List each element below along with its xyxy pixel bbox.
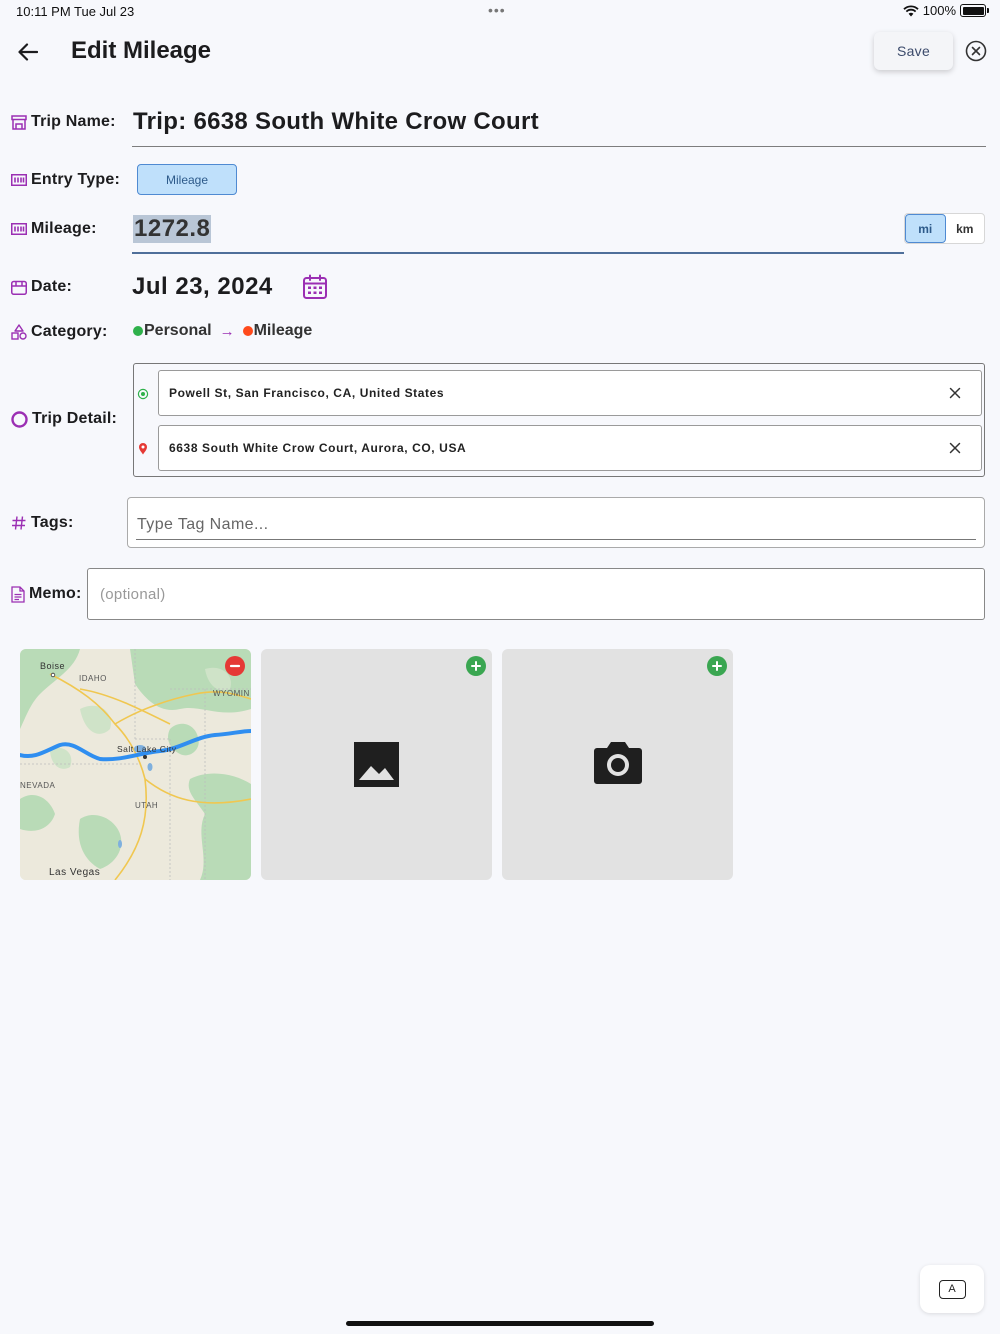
map-label-boise: Boise [40, 661, 66, 671]
keyboard-icon: A [938, 1279, 966, 1299]
trip-detail-label: Trip Detail: [32, 410, 118, 427]
category-arrow: → [219, 322, 235, 340]
battery-icon [960, 4, 989, 17]
take-photo-button[interactable] [707, 656, 727, 676]
circle-icon [11, 410, 28, 428]
map-label-utah: UTAH [135, 801, 159, 810]
keyboard-toggle-button[interactable]: A [920, 1265, 984, 1313]
page-title: Edit Mileage [71, 37, 212, 64]
clear-origin-icon[interactable] [947, 385, 963, 401]
entry-type-label: Entry Type: [31, 171, 121, 188]
date-label: Date: [31, 278, 73, 295]
map-label-wyoming: WYOMIN [213, 689, 250, 698]
status-date: Tue Jul 23 [74, 4, 135, 19]
route-map-image [20, 649, 251, 880]
mileage-label-row: Mileage: [11, 220, 97, 238]
battery-percent: 100% [922, 3, 956, 18]
tags-label: Tags: [31, 514, 74, 531]
calendar-button[interactable] [302, 274, 328, 305]
calendar-small-icon [11, 280, 27, 295]
minus-icon [229, 664, 241, 668]
tags-underline [136, 539, 976, 540]
store-icon [11, 114, 27, 130]
tags-input-box[interactable]: Type Tag Name... [127, 497, 985, 548]
trip-name-input[interactable]: Trip: 6638 South White Crow Court [133, 108, 539, 136]
clear-destination-icon[interactable] [947, 440, 963, 456]
add-photo-button[interactable] [466, 656, 486, 676]
add-photo-tile[interactable] [261, 649, 492, 880]
date-value[interactable]: Jul 23, 2024 [132, 273, 273, 301]
destination-pin-icon [139, 443, 147, 455]
memo-input[interactable]: (optional) [100, 586, 166, 603]
origin-field[interactable]: Powell St, San Francisco, CA, United Sta… [158, 370, 982, 416]
status-time: 10:11 PM [16, 4, 71, 19]
memo-label-row: Memo: [11, 585, 82, 603]
camera-icon [594, 742, 642, 784]
arrow-left-icon [18, 43, 38, 61]
close-button[interactable] [965, 40, 987, 62]
memo-label: Memo: [29, 585, 82, 602]
destination-text: 6638 South White Crow Court, Aurora, CO,… [169, 441, 467, 455]
date-label-row: Date: [11, 278, 72, 296]
take-photo-tile[interactable] [502, 649, 733, 880]
odometer-icon [11, 223, 27, 235]
map-label-salt-lake-city: Salt Lake City [117, 744, 177, 754]
category-value[interactable]: Personal → Mileage [133, 322, 312, 340]
status-indicators: 100% [903, 3, 989, 18]
wifi-icon [903, 4, 919, 16]
plus-icon [471, 661, 481, 671]
mileage-value[interactable]: 1272.8 [133, 215, 212, 243]
trip-name-label-row: Trip Name: [11, 113, 116, 131]
mileage-input[interactable]: 1272.8 [132, 208, 904, 254]
memo-input-box[interactable]: (optional) [87, 568, 985, 620]
trip-name-label: Trip Name: [31, 113, 116, 130]
mileage-dot [242, 326, 253, 336]
origin-text: Powell St, San Francisco, CA, United Sta… [169, 386, 445, 400]
calendar-icon [303, 274, 327, 299]
unit-km-option[interactable]: km [946, 214, 985, 243]
home-indicator[interactable] [346, 1321, 654, 1326]
plus-icon [712, 661, 722, 671]
odometer-icon [11, 174, 27, 186]
entry-type-label-row: Entry Type: [11, 171, 120, 189]
close-circle-icon [965, 40, 987, 62]
route-map-thumbnail[interactable]: Boise IDAHO WYOMIN Salt Lake City NEVADA… [20, 649, 251, 880]
document-icon [11, 585, 25, 603]
trip-name-underline [132, 146, 986, 147]
map-label-idaho: IDAHO [79, 674, 107, 683]
category-parent: Personal [144, 322, 212, 339]
category-label: Category: [31, 323, 108, 340]
hashtag-icon [12, 516, 26, 530]
mileage-label: Mileage: [31, 220, 97, 237]
map-label-las-vegas: Las Vegas [49, 867, 101, 878]
shapes-icon [11, 324, 27, 340]
unit-toggle[interactable]: mi km [904, 213, 985, 244]
save-button[interactable]: Save [874, 32, 953, 70]
map-label-nevada: NEVADA [20, 781, 56, 790]
destination-field[interactable]: 6638 South White Crow Court, Aurora, CO,… [158, 425, 982, 471]
tags-input[interactable]: Type Tag Name... [137, 516, 269, 534]
trip-detail-label-row: Trip Detail: [11, 410, 117, 428]
personal-dot [133, 326, 143, 336]
trip-detail-box: Powell St, San Francisco, CA, United Sta… [133, 363, 985, 477]
remove-map-button[interactable] [225, 656, 245, 676]
entry-type-mileage-button[interactable]: Mileage [137, 164, 237, 195]
tags-label-row: Tags: [11, 514, 73, 532]
multitasking-dots[interactable]: ••• [488, 2, 506, 18]
category-label-row: Category: [11, 323, 107, 341]
back-button[interactable] [14, 38, 42, 66]
category-child: Mileage [253, 322, 313, 339]
unit-mi-option[interactable]: mi [905, 214, 946, 243]
origin-marker-icon [137, 388, 149, 400]
image-icon [354, 742, 399, 787]
